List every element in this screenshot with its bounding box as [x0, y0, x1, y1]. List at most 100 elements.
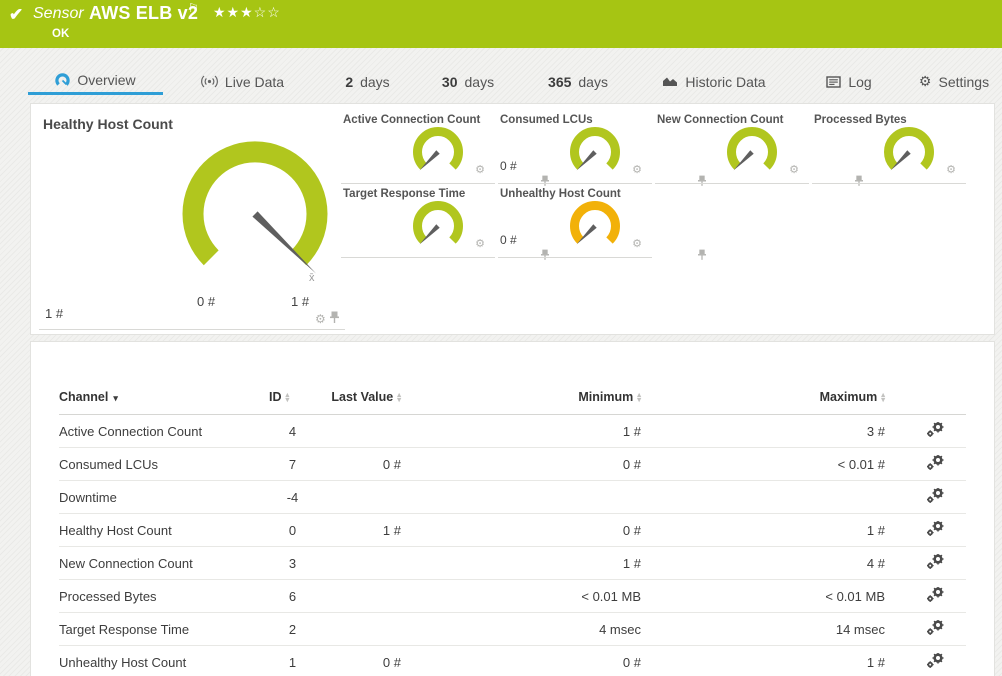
channel-name: Unhealthy Host Count: [59, 654, 187, 670]
cell-divider: [341, 183, 495, 184]
channel-name: Healthy Host Count: [59, 522, 172, 538]
sort-icon: ▴ ▾: [397, 390, 401, 404]
channel-gear-icon[interactable]: ⚙: [946, 163, 956, 176]
column-header-actions: [885, 382, 966, 415]
table-row: Downtime -4: [59, 481, 966, 514]
cell-divider: [812, 183, 966, 184]
channel-gear-icon[interactable]: ⚙: [789, 163, 799, 176]
tab-label: days: [464, 73, 495, 90]
channel-last-value: 1 #: [382, 522, 401, 538]
channel-name: Target Response Time: [59, 621, 190, 637]
channel-id: 7: [288, 456, 297, 472]
table-row: Active Connection Count 4 1 # 3 #: [59, 415, 966, 448]
tab-historic-data[interactable]: Historic Data: [644, 68, 784, 95]
edit-channel-gears-icon[interactable]: [926, 520, 944, 539]
column-header-last-value[interactable]: Last Value ▴ ▾: [316, 382, 401, 415]
channel-name: Consumed LCUs: [59, 456, 158, 472]
tab-live-data[interactable]: Live Data: [180, 68, 305, 95]
channel-minimum: 1 #: [622, 423, 641, 439]
channel-gear-icon[interactable]: ⚙: [632, 237, 642, 250]
cell-divider: [498, 257, 652, 258]
edit-channel-gears-icon[interactable]: [926, 553, 944, 572]
table-header-row: Channel ▾ ID ▴ ▾ Last Value ▴ ▾ Minimum ▴ ▾ Max…: [59, 382, 966, 415]
channel-gear-icon[interactable]: ⚙: [315, 312, 326, 326]
edit-channel-gears-icon[interactable]: [926, 652, 944, 671]
tab-bar: Overview Live Data 2 days 30 days 365 da…: [0, 68, 1002, 95]
sensor-overview-page: ✔ Sensor AWS ELB v2 ⚐ ★★★☆☆ OK Overview: [0, 0, 1002, 676]
tab-log[interactable]: Log: [810, 68, 888, 95]
edit-channel-gears-icon[interactable]: [926, 619, 944, 638]
channel-maximum: < 0.01 MB: [825, 588, 885, 604]
small-gauge: [570, 127, 620, 171]
channel-minimum: 0 #: [622, 456, 641, 472]
object-kind-label: Sensor: [33, 5, 84, 22]
small-gauge: [413, 201, 463, 245]
channel-id: 3: [288, 555, 297, 571]
channel-last-value: [316, 415, 401, 448]
channel-id: 6: [288, 588, 297, 604]
channel-gear-icon[interactable]: ⚙: [475, 237, 485, 250]
table-row: Unhealthy Host Count 1 0 # 0 # 1 #: [59, 646, 966, 676]
table-row: Healthy Host Count 0 1 # 0 # 1 #: [59, 514, 966, 547]
tab-settings[interactable]: ⚙ Settings: [908, 68, 1000, 95]
gauge-title: Target Response Time: [343, 188, 466, 200]
channel-maximum: 3 #: [866, 423, 885, 439]
log-list-icon: [826, 75, 842, 88]
small-gauge: [727, 127, 777, 171]
primary-gauge: [182, 141, 328, 274]
channel-minimum: < 0.01 MB: [581, 588, 641, 604]
tab-label: Historic Data: [685, 73, 766, 90]
flag-icon: ⚐: [188, 1, 199, 15]
gauge-scale-min: 0 #: [197, 294, 216, 309]
pin-icon[interactable]: [329, 310, 339, 328]
gauge-cell-new-connection-count: New Connection Count ⚙: [655, 114, 864, 186]
channel-maximum: 1 #: [866, 522, 885, 538]
stars-filled[interactable]: ★★★: [213, 4, 254, 20]
sensor-title: AWS ELB v2: [89, 3, 199, 23]
channel-minimum: 4 msec: [599, 621, 641, 637]
cell-divider: [341, 257, 495, 258]
tab-2-days[interactable]: 2 days: [320, 68, 415, 95]
column-header-channel[interactable]: Channel ▾: [59, 382, 269, 415]
tab-label: days: [360, 73, 390, 90]
channel-id: 4: [288, 423, 297, 439]
column-header-maximum[interactable]: Maximum ▴ ▾: [641, 382, 885, 415]
channel-gear-icon[interactable]: ⚙: [632, 163, 642, 176]
primary-gauge-title: Healthy Host Count: [43, 116, 173, 132]
channel-id: 0: [288, 522, 297, 538]
column-header-id[interactable]: ID ▴ ▾: [269, 382, 316, 415]
table-row: Processed Bytes 6 < 0.01 MB < 0.01 MB: [59, 580, 966, 613]
gauge-title: Unhealthy Host Count: [500, 188, 621, 200]
edit-channel-gears-icon[interactable]: [926, 454, 944, 473]
sort-icon: ▴ ▾: [285, 390, 290, 404]
table-row: Consumed LCUs 7 0 # 0 # < 0.01 #: [59, 448, 966, 481]
area-chart-icon: [662, 75, 678, 88]
gauge-scale-max: 1 #: [291, 294, 310, 309]
edit-channel-gears-icon[interactable]: [926, 586, 944, 605]
channel-last-value: [316, 547, 401, 580]
channel-last-value: 0 #: [382, 654, 401, 670]
channel-name: Processed Bytes: [59, 588, 157, 604]
channel-maximum: < 0.01 #: [837, 456, 885, 472]
channel-maximum: 4 #: [866, 555, 885, 571]
channel-gear-icon[interactable]: ⚙: [475, 163, 485, 176]
sort-icon: ▴ ▾: [637, 390, 641, 404]
gauge-icon: [55, 72, 71, 88]
tab-label: days: [578, 73, 608, 90]
channel-minimum: 0 #: [622, 654, 641, 670]
channel-minimum: 1 #: [622, 555, 641, 571]
tab-number: 365: [548, 73, 572, 90]
column-header-minimum[interactable]: Minimum ▴ ▾: [401, 382, 641, 415]
sensor-status-bar: ✔ Sensor AWS ELB v2 ⚐ ★★★☆☆ OK: [0, 0, 1002, 48]
priority-stars[interactable]: ★★★☆☆: [213, 4, 281, 21]
tab-30-days[interactable]: 30 days: [418, 68, 518, 95]
tab-365-days[interactable]: 365 days: [523, 68, 633, 95]
tab-overview[interactable]: Overview: [28, 68, 163, 95]
small-gauge: [413, 127, 463, 171]
sort-icon: ▴ ▾: [881, 390, 885, 404]
edit-channel-gears-icon[interactable]: [926, 487, 944, 506]
stars-empty[interactable]: ☆☆: [254, 4, 281, 20]
gear-icon: ⚙: [918, 73, 932, 89]
edit-channel-gears-icon[interactable]: [926, 421, 944, 440]
table-row: Target Response Time 2 4 msec 14 msec: [59, 613, 966, 646]
